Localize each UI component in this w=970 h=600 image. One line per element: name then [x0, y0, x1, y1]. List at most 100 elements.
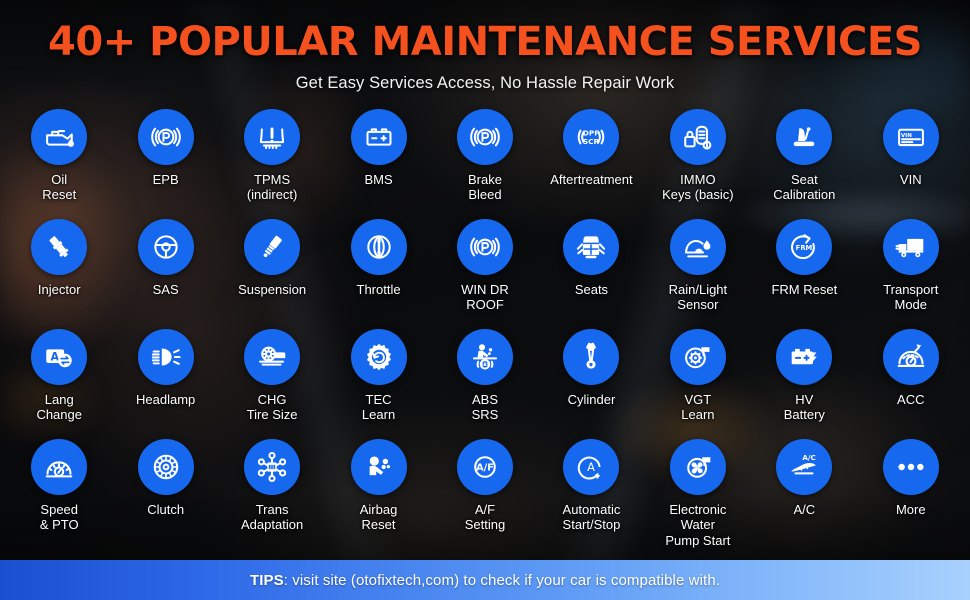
service-label: Seats: [574, 282, 609, 297]
car-seat-icon[interactable]: [776, 109, 833, 165]
transmission-network-icon[interactable]: [244, 439, 301, 495]
service-tile[interactable]: Speed & PTO: [6, 439, 112, 549]
steering-wheel-icon[interactable]: [137, 219, 194, 275]
svg-text:ABS: ABS: [481, 362, 490, 367]
service-tile[interactable]: Rain/Light Sensor: [645, 219, 751, 329]
svg-text:FRM: FRM: [796, 244, 813, 252]
service-label: FRM Reset: [771, 282, 838, 297]
service-label: HV Battery: [783, 392, 825, 423]
service-label: Cylinder: [567, 392, 616, 407]
service-tile[interactable]: Trans Adaptation: [219, 439, 325, 549]
service-tile[interactable]: A Automatic Start/Stop: [538, 439, 644, 549]
gear-learn-icon[interactable]: [350, 329, 407, 385]
service-tile[interactable]: Electronic Water Pump Start: [645, 439, 751, 549]
service-tile[interactable]: VGT Learn: [645, 329, 751, 439]
service-tile[interactable]: EPB: [112, 109, 218, 219]
af-setting-icon[interactable]: A/F: [456, 439, 513, 495]
service-tile[interactable]: A Lang Change: [6, 329, 112, 439]
service-tile[interactable]: BMS: [325, 109, 431, 219]
page-title: 40+ POPULAR MAINTENANCE SERVICES: [48, 19, 922, 65]
service-tile[interactable]: ACC: [858, 329, 964, 439]
footer-tips-body: : visit site (otofixtech,com) to check i…: [283, 571, 721, 589]
cylinder-icon[interactable]: [563, 329, 620, 385]
frm-reset-icon[interactable]: FRM: [776, 219, 833, 275]
acc-gauge-icon[interactable]: [882, 329, 939, 385]
car-top-seats-icon[interactable]: [563, 219, 620, 275]
turbo-icon[interactable]: [669, 329, 726, 385]
change-tire-size-icon[interactable]: [244, 329, 301, 385]
svg-text:A: A: [588, 460, 596, 474]
service-label: A/F Setting: [464, 502, 506, 533]
service-label: ABS SRS: [471, 392, 499, 423]
service-label: More: [895, 502, 926, 517]
service-label: CHG Tire Size: [246, 392, 298, 423]
hv-battery-icon[interactable]: [776, 329, 833, 385]
service-label: IMMO Keys (basic): [662, 172, 734, 203]
service-tile[interactable]: DPF SCR Aftertreatment: [538, 109, 644, 219]
service-tile[interactable]: Brake Bleed: [432, 109, 538, 219]
dpf-scr-icon[interactable]: DPF SCR: [563, 109, 620, 165]
service-label: Headlamp: [136, 392, 196, 407]
service-tile[interactable]: Clutch: [112, 439, 218, 549]
service-tile[interactable]: ABS ABS SRS: [432, 329, 538, 439]
service-tile[interactable]: More: [858, 439, 964, 549]
oil-can-icon[interactable]: [31, 109, 88, 165]
service-tile[interactable]: WIN DR ROOF: [432, 219, 538, 329]
parking-brake-icon[interactable]: [137, 109, 194, 165]
service-label: Airbag Reset: [359, 502, 398, 533]
service-label: Oil Reset: [42, 172, 77, 203]
water-pump-icon[interactable]: [669, 439, 726, 495]
ac-car-icon[interactable]: A/C: [776, 439, 833, 495]
battery-icon[interactable]: [350, 109, 407, 165]
service-label: Throttle: [356, 282, 401, 297]
speedometer-icon[interactable]: [31, 439, 88, 495]
service-tile[interactable]: Injector: [6, 219, 112, 329]
service-label: Rain/Light Sensor: [668, 282, 728, 313]
rain-light-sensor-icon[interactable]: [669, 219, 726, 275]
service-tile[interactable]: SAS: [112, 219, 218, 329]
service-tile[interactable]: IMMO Keys (basic): [645, 109, 751, 219]
clutch-disc-icon[interactable]: [137, 439, 194, 495]
service-label: SAS: [152, 282, 179, 297]
service-label: Speed & PTO: [39, 502, 79, 533]
service-tile[interactable]: TPMS (indirect): [219, 109, 325, 219]
airbag-icon[interactable]: [350, 439, 407, 495]
vin-card-icon[interactable]: VIN: [882, 109, 939, 165]
service-tile[interactable]: FRM FRM Reset: [751, 219, 857, 329]
service-label: Electronic Water Pump Start: [665, 502, 731, 548]
service-tile[interactable]: Transport Mode: [858, 219, 964, 329]
service-tile[interactable]: CHG Tire Size: [219, 329, 325, 439]
abs-srs-icon[interactable]: ABS: [456, 329, 513, 385]
tire-pressure-icon[interactable]: [244, 109, 301, 165]
service-tile[interactable]: TEC Learn: [325, 329, 431, 439]
footer-tips-text: TIPS: visit site (otofixtech,com) to che…: [250, 572, 720, 589]
parking-brake-icon[interactable]: [456, 109, 513, 165]
service-tile[interactable]: Seat Calibration: [751, 109, 857, 219]
service-tile[interactable]: Suspension: [219, 219, 325, 329]
service-tile[interactable]: Headlamp: [112, 329, 218, 439]
parking-brake-icon[interactable]: [456, 219, 513, 275]
language-swap-icon[interactable]: A: [31, 329, 88, 385]
service-label: TPMS (indirect): [246, 172, 298, 203]
throttle-body-icon[interactable]: [350, 219, 407, 275]
service-label: Lang Change: [36, 392, 82, 423]
header: 40+ POPULAR MAINTENANCE SERVICES Get Eas…: [0, 0, 970, 93]
headlamp-icon[interactable]: [137, 329, 194, 385]
shock-absorber-icon[interactable]: [244, 219, 301, 275]
service-tile[interactable]: A/C A/C: [751, 439, 857, 549]
service-tile[interactable]: VIN VIN: [858, 109, 964, 219]
service-tile[interactable]: Throttle: [325, 219, 431, 329]
immo-key-lock-icon[interactable]: [669, 109, 726, 165]
service-tile[interactable]: Cylinder: [538, 329, 644, 439]
service-label: WIN DR ROOF: [461, 282, 509, 313]
service-tile[interactable]: Seats: [538, 219, 644, 329]
service-tile[interactable]: Oil Reset: [6, 109, 112, 219]
more-dots-icon[interactable]: [882, 439, 939, 495]
service-label: EPB: [152, 172, 179, 187]
truck-icon[interactable]: [882, 219, 939, 275]
service-tile[interactable]: HV Battery: [751, 329, 857, 439]
auto-start-stop-icon[interactable]: A: [563, 439, 620, 495]
fuel-injector-icon[interactable]: [31, 219, 88, 275]
service-tile[interactable]: A/F A/F Setting: [432, 439, 538, 549]
service-tile[interactable]: Airbag Reset: [325, 439, 431, 549]
